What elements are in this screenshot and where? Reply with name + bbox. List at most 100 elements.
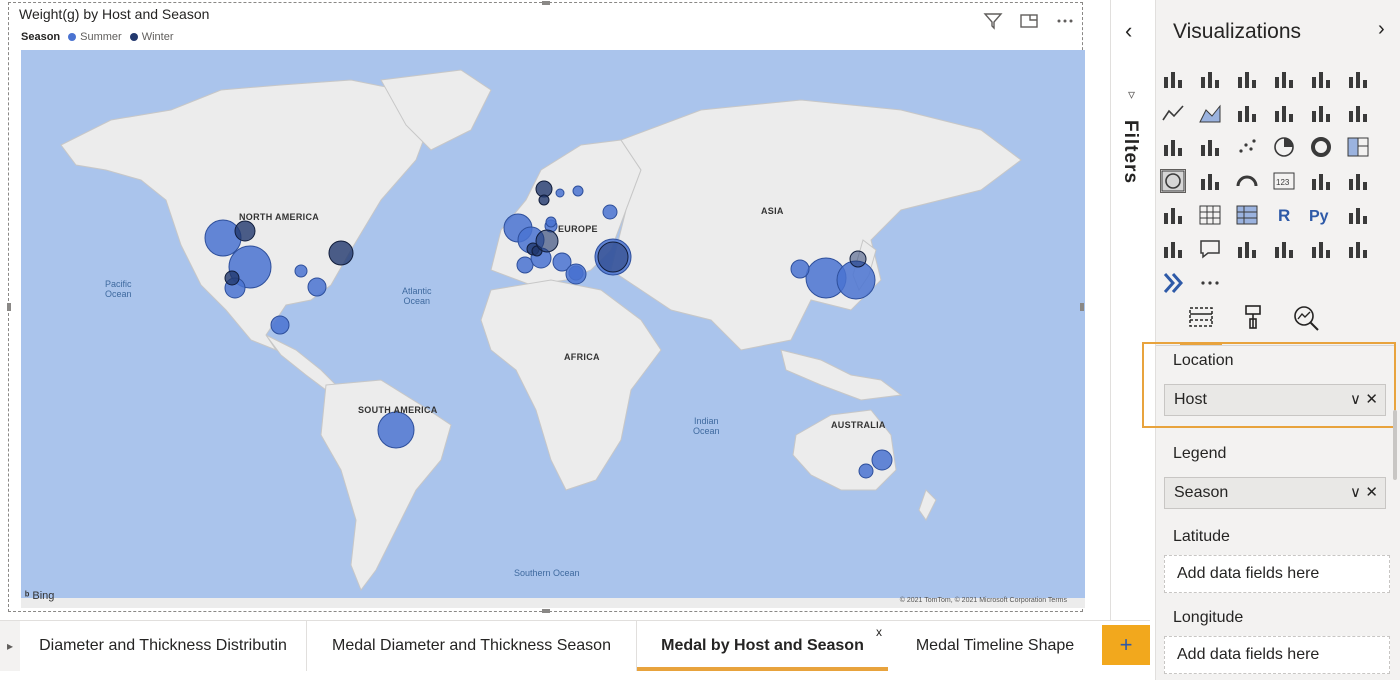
- expand-visualizations-chevron-icon[interactable]: ›: [1378, 18, 1385, 41]
- host-bubble[interactable]: [565, 263, 587, 285]
- host-bubble[interactable]: [545, 216, 557, 228]
- area-chart-icon[interactable]: [1198, 102, 1222, 124]
- ribbon-chart-icon[interactable]: [1346, 102, 1370, 124]
- filters-label[interactable]: Filters: [1119, 120, 1141, 184]
- host-bubble[interactable]: [204, 219, 242, 257]
- host-bubble[interactable]: [234, 220, 256, 242]
- power-automate-icon[interactable]: [1346, 238, 1370, 260]
- add-page-button[interactable]: +: [1102, 625, 1150, 665]
- tab-medal-diameter-thickness-season[interactable]: Medal Diameter and Thickness Season: [307, 621, 637, 671]
- host-bubble[interactable]: [602, 204, 618, 220]
- collapse-filters-chevron-icon[interactable]: ‹: [1125, 18, 1132, 44]
- card-icon[interactable]: 123: [1272, 170, 1296, 192]
- tab-medal-by-host-season[interactable]: Medal by Host and Season x: [637, 621, 888, 671]
- world-map[interactable]: NORTH AMERICA SOUTH AMERICA EUROPE AFRIC…: [21, 50, 1085, 608]
- funnel-chart-icon[interactable]: [1198, 136, 1222, 158]
- pie-chart-icon[interactable]: [1272, 136, 1296, 158]
- fields-tab-icon[interactable]: [1180, 303, 1222, 345]
- latitude-drop-zone[interactable]: Add data fields here: [1164, 555, 1390, 593]
- legend-field-well[interactable]: Season ∨ ✕: [1164, 477, 1386, 509]
- table-icon[interactable]: [1198, 204, 1222, 226]
- smart-narrative-icon[interactable]: [1235, 238, 1259, 260]
- ocean-label-indian: Indian Ocean: [693, 416, 720, 436]
- line-chart-icon[interactable]: [1161, 102, 1185, 124]
- map-bubble-layer: [204, 180, 893, 479]
- report-canvas: Weight(g) by Host and Season Season Summ…: [0, 0, 1110, 620]
- 100-stacked-bar-chart-icon[interactable]: [1309, 68, 1333, 90]
- host-bubble[interactable]: [790, 259, 810, 279]
- resize-handle-left[interactable]: [7, 303, 11, 311]
- host-bubble[interactable]: [538, 194, 550, 206]
- location-highlight-box: [1142, 342, 1396, 428]
- donut-chart-icon[interactable]: [1309, 136, 1333, 158]
- filters-pane-collapsed[interactable]: ‹ ▿ Filters: [1110, 0, 1155, 620]
- host-bubble[interactable]: [597, 241, 629, 273]
- resize-handle-right[interactable]: [1080, 303, 1084, 311]
- host-bubble[interactable]: [377, 411, 415, 449]
- matrix-icon[interactable]: [1235, 204, 1259, 226]
- resize-handle-top[interactable]: [542, 1, 550, 5]
- host-bubble[interactable]: [294, 264, 308, 278]
- clustered-bar-chart-icon[interactable]: [1235, 68, 1259, 90]
- focus-mode-icon[interactable]: [1018, 11, 1040, 31]
- host-bubble[interactable]: [328, 240, 354, 266]
- qa-icon[interactable]: [1198, 238, 1222, 260]
- scatter-chart-icon[interactable]: [1235, 136, 1259, 158]
- host-bubble[interactable]: [224, 270, 240, 286]
- continent-label-europe: EUROPE: [558, 224, 598, 234]
- visualizations-pane: Visualizations › 123 R Py Location Host ∨ …: [1155, 0, 1400, 680]
- key-influencers-icon[interactable]: [1346, 204, 1370, 226]
- gauge-icon[interactable]: [1235, 170, 1259, 192]
- paginated-report-icon[interactable]: [1272, 238, 1296, 260]
- host-bubble[interactable]: [555, 188, 565, 198]
- longitude-drop-zone[interactable]: Add data fields here: [1164, 636, 1390, 674]
- kpi-icon[interactable]: [1346, 170, 1370, 192]
- host-bubble[interactable]: [572, 185, 584, 197]
- continent-label-south-america: SOUTH AMERICA: [358, 405, 438, 415]
- analytics-magnifier-icon[interactable]: [1291, 303, 1321, 333]
- remove-field-icon[interactable]: ✕: [1365, 478, 1378, 508]
- decomposition-tree-icon[interactable]: [1161, 238, 1185, 260]
- legend-winter-label[interactable]: Winter: [142, 31, 174, 43]
- close-tab-icon[interactable]: x: [876, 607, 882, 657]
- stacked-area-chart-icon[interactable]: [1235, 102, 1259, 124]
- map-copyright[interactable]: © 2021 TomTom, © 2021 Microsoft Corporat…: [900, 597, 1067, 604]
- resize-handle-bottom[interactable]: [542, 609, 550, 613]
- stacked-column-chart-icon[interactable]: [1198, 68, 1222, 90]
- format-paint-roller-icon[interactable]: [1238, 303, 1268, 333]
- chevron-down-icon[interactable]: ∨: [1350, 478, 1361, 508]
- host-bubble[interactable]: [858, 463, 874, 479]
- tab-scroll-left-icon[interactable]: ▸: [0, 621, 20, 671]
- slicer-icon[interactable]: [1161, 204, 1185, 226]
- python-visual-icon[interactable]: Py: [1309, 204, 1333, 226]
- pane-scrollbar[interactable]: [1393, 410, 1397, 480]
- host-bubble[interactable]: [871, 449, 893, 471]
- line-clustered-column-chart-icon[interactable]: [1309, 102, 1333, 124]
- more-options-icon[interactable]: [1054, 11, 1076, 31]
- tab-diameter-thickness-distribution[interactable]: Diameter and Thickness Distributin: [20, 621, 307, 671]
- treemap-icon[interactable]: [1346, 136, 1370, 158]
- line-column-chart-icon[interactable]: [1272, 102, 1296, 124]
- ocean-label-atlantic: Atlantic Ocean: [402, 286, 432, 306]
- stacked-bar-chart-icon[interactable]: [1161, 68, 1185, 90]
- latitude-section-label: Latitude: [1173, 528, 1230, 545]
- clustered-column-chart-icon[interactable]: [1272, 68, 1296, 90]
- power-apps-icon[interactable]: [1309, 238, 1333, 260]
- map-visual[interactable]: Weight(g) by Host and Season Season Summ…: [7, 1, 1085, 613]
- host-bubble[interactable]: [270, 315, 290, 335]
- r-visual-icon[interactable]: R: [1272, 204, 1296, 226]
- more-visuals-icon[interactable]: [1198, 272, 1222, 294]
- filled-map-icon[interactable]: [1198, 170, 1222, 192]
- arcgis-icon[interactable]: [1161, 272, 1185, 294]
- host-bubble[interactable]: [535, 229, 559, 253]
- ocean-label-southern: Southern Ocean: [514, 568, 580, 578]
- host-bubble[interactable]: [307, 277, 327, 297]
- 100-stacked-column-chart-icon[interactable]: [1346, 68, 1370, 90]
- map-icon[interactable]: [1160, 169, 1186, 193]
- filter-icon[interactable]: [982, 11, 1004, 31]
- legend-summer-label[interactable]: Summer: [80, 31, 122, 43]
- waterfall-chart-icon[interactable]: [1161, 136, 1185, 158]
- multi-row-card-icon[interactable]: [1309, 170, 1333, 192]
- host-bubble[interactable]: [849, 250, 867, 268]
- tab-medal-timeline-shape[interactable]: Medal Timeline Shape: [888, 621, 1102, 671]
